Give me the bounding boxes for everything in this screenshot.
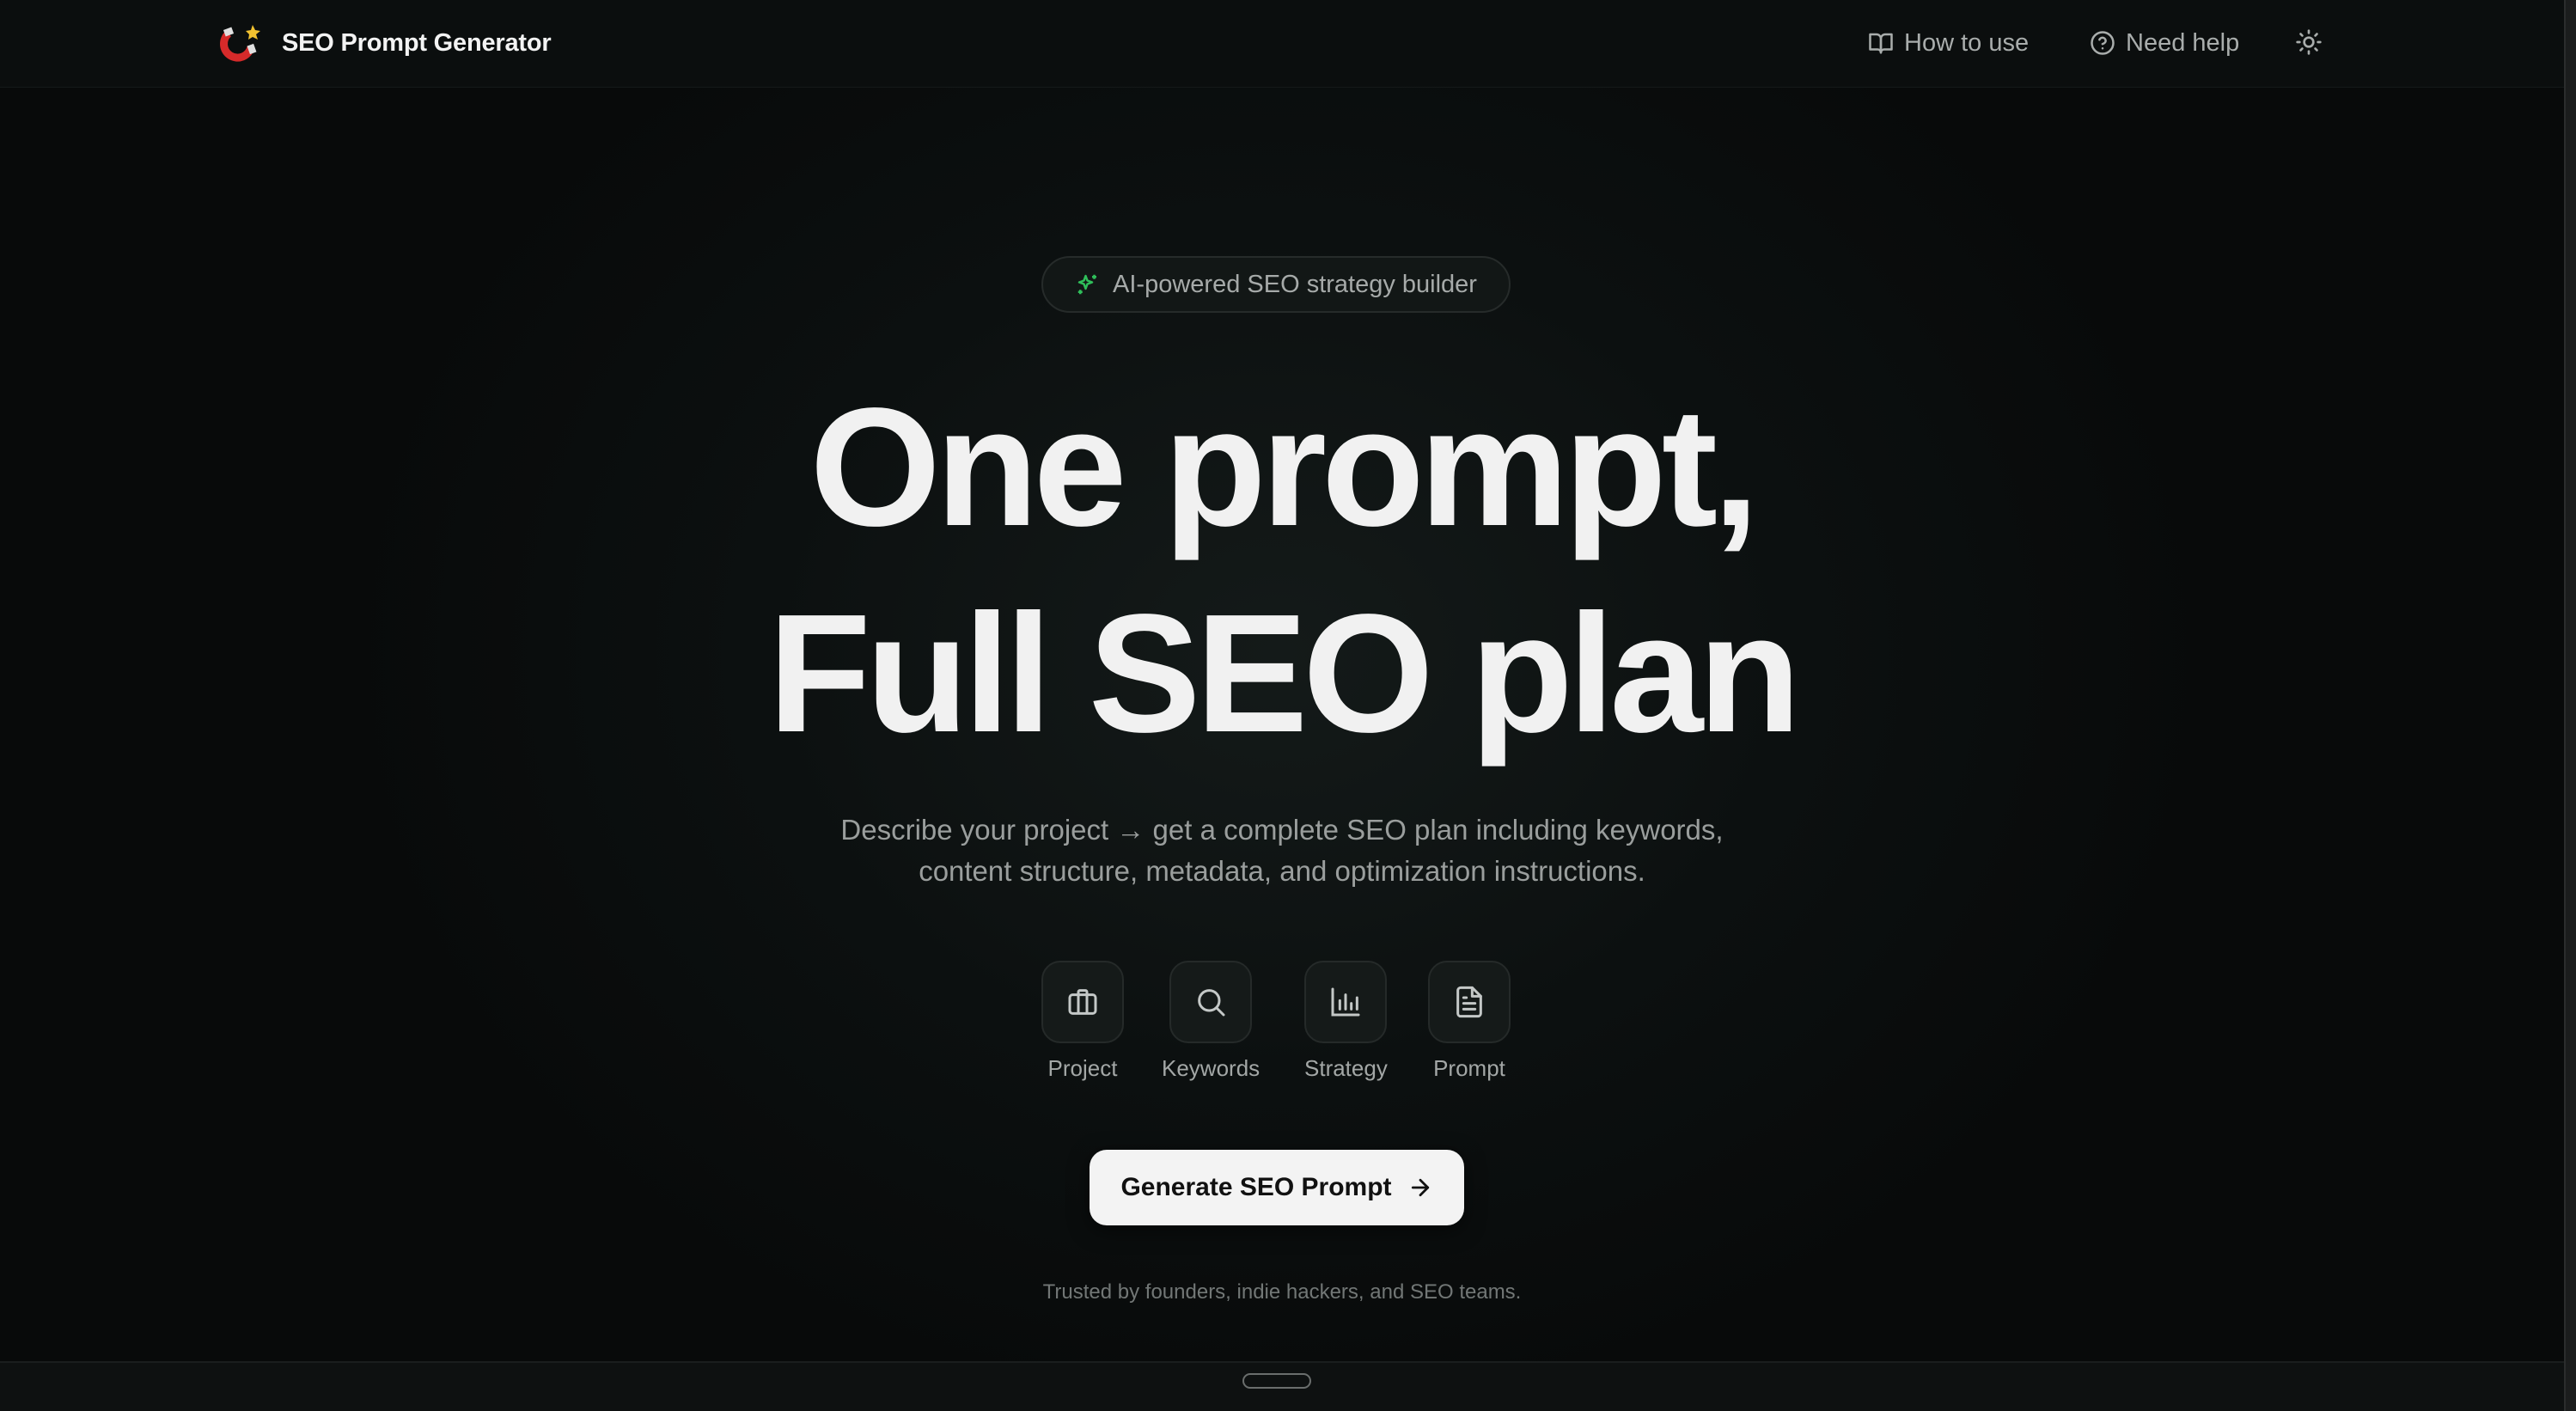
nav-need-help-label: Need help (2126, 28, 2240, 57)
step-project: Project (1041, 961, 1124, 1082)
step-project-label: Project (1047, 1055, 1118, 1081)
hero-title-line-2: Full SEO plan (767, 579, 1801, 767)
theme-toggle-button[interactable] (2291, 24, 2327, 60)
top-nav-bar: SEO Prompt Generator How to use Need hel… (0, 0, 2564, 88)
hero-subtitle-line-2: content structure, metadata, and optimiz… (919, 855, 1645, 887)
step-keywords-tile (1169, 961, 1253, 1043)
step-strategy: Strategy (1304, 961, 1388, 1082)
window-edge (2564, 0, 2576, 1411)
step-prompt-label: Prompt (1433, 1055, 1505, 1081)
step-prompt-tile (1428, 961, 1511, 1043)
generate-seo-prompt-label: Generate SEO Prompt (1120, 1173, 1392, 1201)
magnet-icon (220, 25, 260, 62)
step-strategy-tile (1304, 961, 1388, 1043)
brand-logo-link[interactable]: SEO Prompt Generator (217, 19, 552, 67)
nav-need-help-link[interactable]: Need help (2090, 24, 2239, 62)
file-text-icon (1456, 986, 1482, 1018)
step-keywords: Keywords (1162, 961, 1260, 1082)
hero-subtitle-line-1: Describe your project → get a complete S… (840, 814, 1724, 846)
hero-badge-text: AI-powered SEO strategy builder (1113, 270, 1477, 298)
sparkles-icon (1077, 274, 1097, 295)
step-keywords-label: Keywords (1162, 1055, 1261, 1081)
step-project-tile (1041, 961, 1124, 1043)
briefcase-icon (1068, 989, 1097, 1015)
brand-name: SEO Prompt Generator (282, 28, 552, 57)
app-window: SEO Prompt Generator How to use Need hel… (0, 0, 2576, 1411)
hero-badge: AI-powered SEO strategy builder (1041, 256, 1511, 313)
generate-seo-prompt-button[interactable]: Generate SEO Prompt (1090, 1150, 1464, 1225)
search-icon (1198, 989, 1225, 1017)
trusted-by-text: Trusted by founders, indie hackers, and … (1042, 1280, 1522, 1304)
home-indicator[interactable] (1242, 1373, 1311, 1389)
bar-chart-icon (1331, 987, 1360, 1017)
bottom-bar (0, 1361, 2564, 1411)
step-strategy-label: Strategy (1304, 1055, 1388, 1081)
help-circle-icon (2091, 31, 2115, 55)
arrow-right-icon (1411, 1178, 1429, 1197)
step-prompt: Prompt (1428, 961, 1511, 1082)
nav-how-to-use-link[interactable]: How to use (1868, 24, 2029, 62)
sun-icon (2296, 29, 2322, 55)
hero-title-line-1: One prompt, (809, 373, 1759, 561)
nav-how-to-use-label: How to use (1904, 28, 2030, 57)
book-open-icon (1869, 33, 1893, 54)
